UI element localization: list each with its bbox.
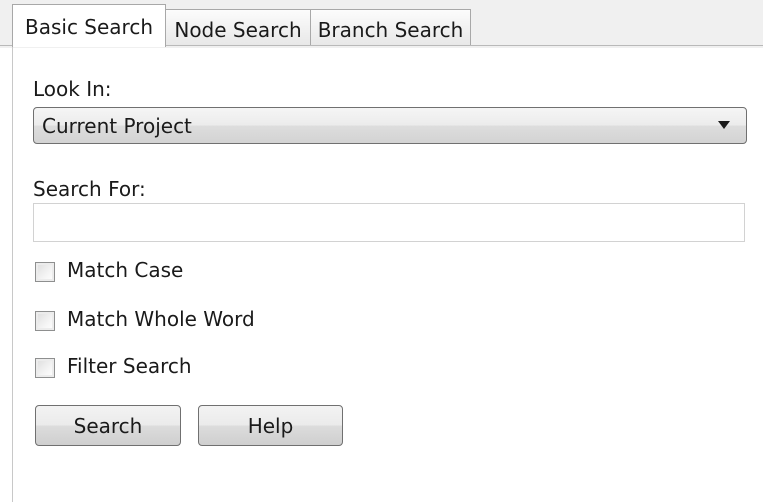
panel-border (12, 46, 13, 502)
match-case-checkbox[interactable] (35, 262, 55, 282)
search-for-label: Search For: (33, 177, 146, 201)
search-panel: Node Search Branch Search Basic Search L… (0, 0, 763, 502)
look-in-selected-value: Current Project (42, 114, 192, 138)
tab-branch-search[interactable]: Branch Search (310, 9, 471, 45)
search-button[interactable]: Search (35, 405, 181, 446)
match-whole-word-label: Match Whole Word (67, 307, 255, 331)
tab-strip: Node Search Branch Search Basic Search (0, 0, 763, 48)
look-in-dropdown[interactable]: Current Project (33, 107, 747, 144)
tab-basic-search[interactable]: Basic Search (12, 4, 166, 47)
search-for-input[interactable] (33, 203, 745, 242)
look-in-label: Look In: (33, 77, 112, 101)
tab-node-search[interactable]: Node Search (165, 9, 311, 45)
filter-search-label: Filter Search (67, 354, 192, 378)
match-whole-word-checkbox[interactable] (35, 311, 55, 331)
match-case-label: Match Case (67, 258, 184, 282)
filter-search-checkbox[interactable] (35, 358, 55, 378)
chevron-down-icon (718, 121, 730, 129)
help-button[interactable]: Help (198, 405, 343, 446)
